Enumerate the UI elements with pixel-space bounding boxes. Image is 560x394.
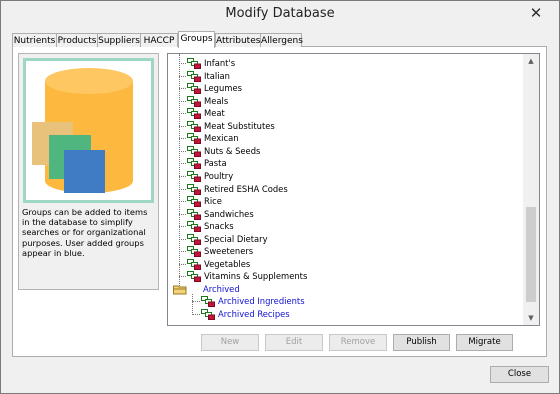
group-icon xyxy=(187,208,201,220)
groups-tree[interactable]: Infant's Italian Legumes Meals Meat Meat Subs… xyxy=(167,53,540,326)
publish-button[interactable]: Publish xyxy=(393,334,450,351)
tree-item-label: Nuts & Seeds xyxy=(204,145,261,156)
group-icon xyxy=(187,95,201,107)
tab-suppliers[interactable]: Suppliers xyxy=(97,33,141,47)
group-icon xyxy=(187,196,201,208)
group-icon xyxy=(187,158,201,170)
tree-scrollbar[interactable]: ▲ ▼ xyxy=(523,54,539,325)
group-icon xyxy=(187,258,201,270)
tab-attributes[interactable]: Attributes xyxy=(215,33,261,47)
group-icon xyxy=(187,170,201,182)
remove-button[interactable]: Remove xyxy=(329,334,387,351)
tree-item-label: Meat xyxy=(204,108,225,119)
tree-item-label: Sweeteners xyxy=(204,246,254,257)
tree-item-label: Legumes xyxy=(204,83,242,94)
group-icon xyxy=(187,120,201,132)
tree-item-label: Meals xyxy=(204,95,229,106)
title-bar[interactable]: Modify Database ✕ xyxy=(1,1,559,27)
tree-item-label: Sandwiches xyxy=(204,208,254,219)
tree-item-label: Italian xyxy=(204,70,230,81)
group-icon xyxy=(187,271,201,283)
tree-item-label: Pasta xyxy=(204,158,227,169)
tree-item-label: Vitamins & Supplements xyxy=(204,271,308,282)
group-icon xyxy=(187,145,201,157)
tree-item-label: Retired ESHA Codes xyxy=(204,183,288,194)
close-window-icon[interactable]: ✕ xyxy=(527,4,545,22)
group-icon xyxy=(187,108,201,120)
group-icon xyxy=(187,246,201,258)
tab-nutrients[interactable]: Nutrients xyxy=(12,33,57,47)
tree-item-label: Archived Ingredients xyxy=(218,296,305,307)
migrate-button[interactable]: Migrate xyxy=(456,334,513,351)
group-icon xyxy=(187,83,201,95)
group-icon xyxy=(187,233,201,245)
tree-item-label: Rice xyxy=(204,196,222,207)
group-icon xyxy=(187,133,201,145)
tab-groups[interactable]: Groups xyxy=(178,31,215,48)
group-icon xyxy=(187,58,201,69)
tree-item-label: Archived xyxy=(203,283,240,294)
tab-products[interactable]: Products xyxy=(56,33,98,47)
group-icon xyxy=(187,221,201,233)
group-icon xyxy=(187,70,201,82)
tree-item-label: Mexican xyxy=(204,133,239,144)
edit-button[interactable]: Edit xyxy=(265,334,323,351)
scroll-up-icon[interactable]: ▲ xyxy=(523,54,539,68)
tree-item-label: Snacks xyxy=(204,221,234,232)
tree-item-label: Archived Recipes xyxy=(218,309,290,319)
database-groups-icon xyxy=(32,68,133,193)
tree-item-label: Vegetables xyxy=(204,258,251,269)
window-title: Modify Database xyxy=(225,6,335,21)
info-panel: Groups can be added to items in the data… xyxy=(18,53,159,290)
tree-item-label: Poultry xyxy=(204,170,234,181)
info-description: Groups can be added to items in the data… xyxy=(22,207,148,258)
tree-item-label: Infant's xyxy=(204,58,236,68)
scroll-thumb[interactable] xyxy=(526,207,536,302)
groups-illustration xyxy=(23,58,154,203)
tab-haccp[interactable]: HACCP xyxy=(140,33,178,47)
tab-allergens[interactable]: Allergens xyxy=(260,33,303,47)
close-button[interactable]: Close xyxy=(490,366,549,383)
tree-item-label: Special Dietary xyxy=(204,233,268,244)
group-icon xyxy=(201,296,215,308)
group-icon xyxy=(201,309,215,320)
new-button[interactable]: New xyxy=(201,334,259,351)
folder-open-icon xyxy=(173,284,187,295)
group-icon xyxy=(187,183,201,195)
scroll-down-icon[interactable]: ▼ xyxy=(523,311,539,325)
tree-item-label: Meat Substitutes xyxy=(204,120,275,131)
